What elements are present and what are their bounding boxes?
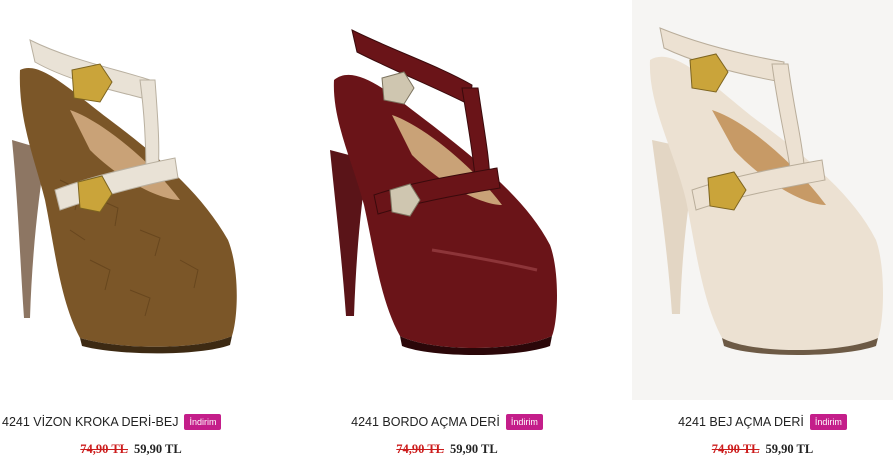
product-card[interactable]: 4241 BEJ AÇMA DERİ İndirim 74,90 TL 59,9… <box>632 0 893 476</box>
product-image[interactable] <box>632 0 893 400</box>
product-title[interactable]: 4241 VİZON KROKA DERİ-BEJ <box>2 415 178 429</box>
shoe-image-beige <box>649 27 883 355</box>
product-title[interactable]: 4241 BEJ AÇMA DERİ <box>678 415 804 429</box>
discount-badge[interactable]: İndirim <box>809 414 847 430</box>
discount-badge[interactable]: İndirim <box>505 414 543 430</box>
product-card[interactable]: 4241 VİZON KROKA DERİ-BEJ İndirim 74,90 … <box>0 0 262 476</box>
old-price: 74,90 TL <box>80 442 128 456</box>
new-price: 59,90 TL <box>765 442 814 456</box>
new-price: 59,90 TL <box>134 442 182 456</box>
new-price: 59,90 TL <box>450 442 498 456</box>
shoe-image-brown <box>12 39 237 354</box>
product-image[interactable] <box>0 0 262 400</box>
product-card[interactable]: 4241 BORDO AÇMA DERİ İndirim 74,90 TL 59… <box>312 0 582 476</box>
product-title[interactable]: 4241 BORDO AÇMA DERİ <box>351 415 500 429</box>
old-price: 74,90 TL <box>396 442 444 456</box>
discount-badge[interactable]: İndirim <box>184 414 222 430</box>
old-price: 74,90 TL <box>711 442 760 456</box>
shoe-image-burgundy <box>330 29 557 355</box>
product-image[interactable] <box>312 0 582 400</box>
